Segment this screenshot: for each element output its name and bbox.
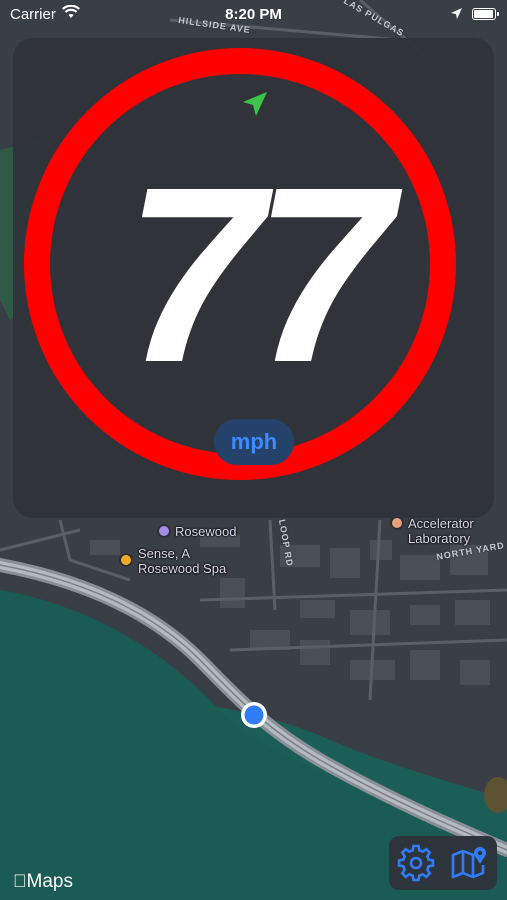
maps-attribution[interactable]: Maps <box>13 871 73 893</box>
apple-logo-icon:  <box>13 871 27 891</box>
poi-accelerator-lab[interactable]: Accelerator Laboratory <box>408 516 474 546</box>
battery-level <box>474 10 493 18</box>
spa-icon[interactable] <box>119 553 133 567</box>
status-bar: Carrier 8:20 PM <box>0 0 507 30</box>
speed-value: 77 <box>124 135 392 414</box>
unit-toggle-button[interactable]: mph <box>214 419 294 465</box>
poi-rosewood[interactable]: Rosewood <box>175 524 236 539</box>
landmark-icon[interactable] <box>390 516 404 530</box>
maps-attribution-label: Maps <box>13 871 73 892</box>
poi-sense-spa[interactable]: Sense, A Rosewood Spa <box>138 546 226 576</box>
clock: 8:20 PM <box>225 6 282 23</box>
hotel-icon[interactable] <box>157 524 171 538</box>
gear-icon[interactable] <box>396 843 436 883</box>
map-controls <box>389 836 497 890</box>
location-services-icon <box>451 8 462 19</box>
heading-arrow-icon <box>243 92 267 116</box>
battery-icon <box>472 8 499 20</box>
map-pin-icon[interactable] <box>449 843 489 883</box>
